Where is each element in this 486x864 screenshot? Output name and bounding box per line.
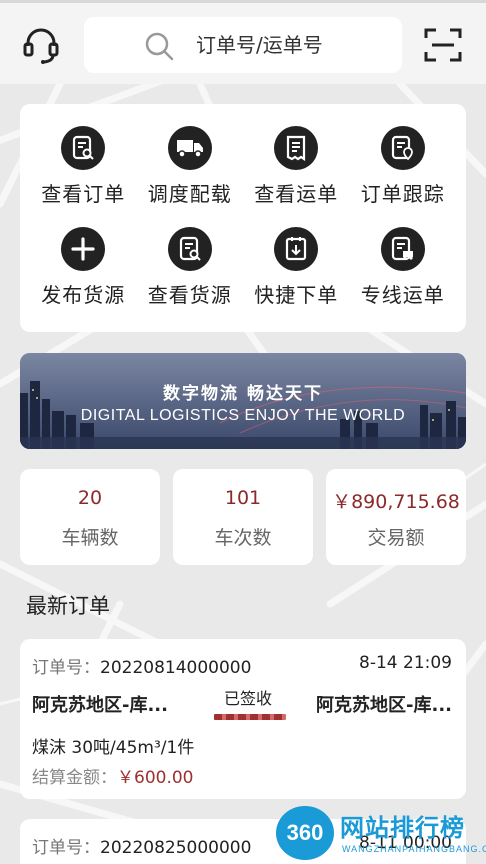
truck-icon [167, 126, 212, 170]
top-bar [0, 0, 486, 84]
order-number-label: 订单号： [32, 838, 100, 858]
plus-icon [61, 227, 106, 271]
order-number-value: 20220814000000 [100, 658, 252, 678]
view-order-icon [61, 126, 106, 170]
order-origin: 阿克苏地区-库... [32, 695, 168, 716]
search-doc-icon [167, 227, 212, 271]
banner-subtitle: DIGITAL LOGISTICS ENJOY THE WORLD [80, 407, 406, 424]
menu-view-waybill[interactable]: 查看运单 [243, 126, 350, 207]
menu-label: 订单跟踪 [360, 182, 445, 206]
banner-title: 数字物流 畅达天下 [163, 384, 323, 404]
stat-value: 20 [77, 487, 103, 509]
order-goods: 煤沫 30吨/45m³/1件 [32, 738, 195, 758]
menu-label: 查看运单 [254, 182, 339, 206]
menu-label: 专线运单 [360, 283, 445, 307]
section-title: 最新订单 [26, 594, 110, 618]
order-time: 8-14 21:09 [359, 653, 452, 673]
order-amount: 结算金额：￥600.00 [32, 763, 193, 788]
menu-line-waybill[interactable]: 专线运单 [350, 227, 457, 308]
stat-transactions[interactable]: ￥890,715.68 交易额 [326, 469, 466, 565]
stat-label: 交易额 [367, 527, 425, 549]
order-status: 已签收 [223, 689, 272, 708]
stat-vehicles[interactable]: 20 车辆数 [20, 469, 160, 565]
menu-label: 快捷下单 [254, 283, 339, 307]
stat-value: ￥890,715.68 [332, 491, 460, 513]
waybill-icon [274, 126, 319, 170]
watermark-text: 网站排行榜 [340, 814, 465, 842]
menu-order-track[interactable]: 订单跟踪 [350, 126, 457, 207]
track-icon [380, 126, 425, 170]
order-amount-value: ￥600.00 [117, 768, 194, 788]
menu-label: 查看货源 [147, 283, 232, 307]
menu-publish-cargo[interactable]: 发布货源 [30, 227, 137, 308]
order-destination: 阿克苏地区-库... [316, 695, 452, 716]
stat-trips[interactable]: 101 车次数 [173, 469, 313, 565]
order-card[interactable]: 订单号：20220814000000 8-14 21:09 阿克苏地区-库...… [20, 639, 466, 799]
search-bar[interactable] [84, 17, 402, 73]
menu-quick-order[interactable]: 快捷下单 [243, 227, 350, 308]
scan-icon[interactable] [420, 22, 466, 68]
watermark-logo: 360 网站排行榜 WANGZHANPAIHANGBANG.CN [272, 800, 486, 864]
quick-order-icon [274, 227, 319, 271]
watermark-badge: 360 [276, 806, 334, 860]
stat-label: 车辆数 [61, 527, 119, 549]
menu-label: 查看订单 [41, 182, 126, 206]
order-number: 订单号：20220814000000 [32, 653, 251, 678]
menu-label: 发布货源 [41, 283, 126, 307]
menu-dispatch[interactable]: 调度配载 [137, 126, 244, 207]
menu-label: 调度配载 [147, 182, 232, 206]
watermark-subtext: WANGZHANPAIHANGBANG.CN [342, 844, 486, 854]
menu-view-cargo[interactable]: 查看货源 [137, 227, 244, 308]
promo-banner[interactable]: 数字物流 畅达天下 DIGITAL LOGISTICS ENJOY THE WO… [20, 353, 466, 449]
stat-label: 车次数 [214, 527, 272, 549]
order-amount-label: 结算金额： [32, 768, 117, 788]
headset-icon[interactable] [18, 22, 64, 68]
status-progress-bar [214, 714, 286, 720]
quick-menu: 查看订单 调度配载 查看运单 订单跟踪 发布货源 查看货源 快捷下单 专线运单 [20, 104, 466, 332]
menu-view-order[interactable]: 查看订单 [30, 126, 137, 207]
line-waybill-icon [380, 227, 425, 271]
order-number: 订单号：20220825000000 [32, 833, 251, 858]
order-number-value: 20220825000000 [100, 838, 252, 858]
search-input[interactable] [196, 33, 396, 57]
order-number-label: 订单号： [32, 658, 100, 678]
stat-value: 101 [224, 487, 262, 509]
search-icon [144, 31, 174, 65]
